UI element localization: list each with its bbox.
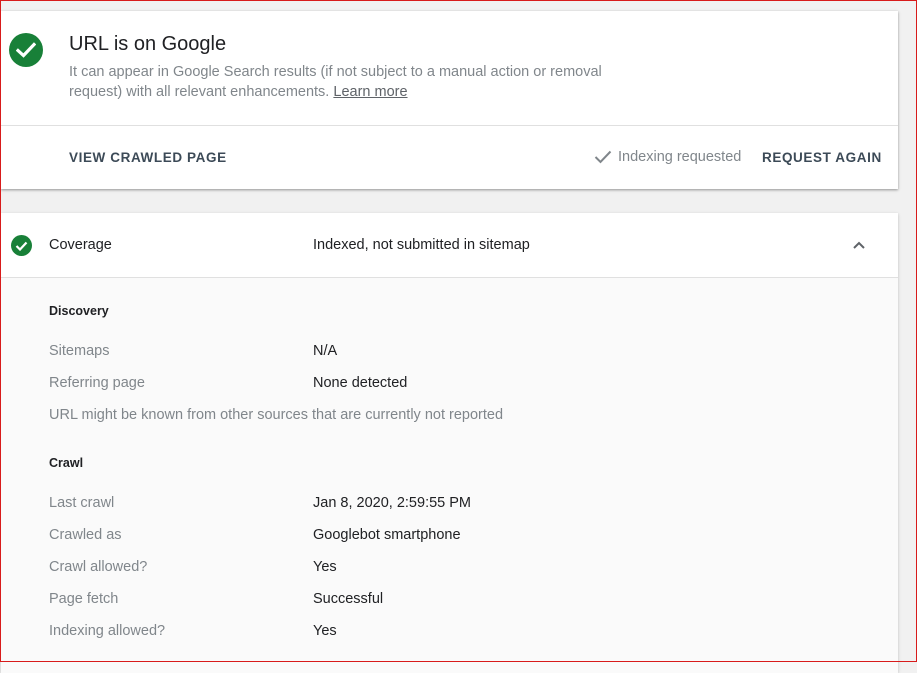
coverage-header[interactable]: Coverage Indexed, not submitted in sitem…	[1, 213, 898, 278]
indexing-requested-status: Indexing requested	[594, 149, 741, 165]
coverage-card: Coverage Indexed, not submitted in sitem…	[1, 213, 898, 673]
check-circle-icon	[9, 33, 43, 67]
crawled-as-label: Crawled as	[49, 527, 122, 543]
discovery-title: Discovery	[49, 304, 109, 318]
last-crawl-value: Jan 8, 2020, 2:59:55 PM	[313, 495, 471, 511]
indexing-requested-label: Indexing requested	[618, 149, 742, 165]
last-crawl-label: Last crawl	[49, 495, 115, 511]
learn-more-link[interactable]: Learn more	[333, 84, 407, 100]
page-fetch-value: Successful	[313, 591, 384, 607]
referring-page-label: Referring page	[49, 375, 145, 391]
crawl-allowed-value: Yes	[313, 559, 337, 575]
crawl-title: Crawl	[49, 456, 84, 470]
discovery-note: URL might be known from other sources th…	[49, 407, 504, 423]
check-circle-icon	[11, 235, 32, 256]
view-crawled-page-button[interactable]: VIEW CRAWLED PAGE	[69, 150, 227, 165]
coverage-label: Coverage	[49, 237, 112, 253]
page-fetch-label: Page fetch	[49, 591, 119, 607]
checkmark-icon	[594, 150, 612, 164]
indexing-allowed-label: Indexing allowed?	[49, 623, 166, 639]
indexing-allowed-value: Yes	[313, 623, 337, 639]
referring-page-value: None detected	[313, 375, 408, 391]
coverage-value: Indexed, not submitted in sitemap	[313, 237, 530, 253]
chevron-up-icon[interactable]	[852, 237, 866, 255]
sitemaps-label: Sitemaps	[49, 343, 110, 359]
request-again-button[interactable]: REQUEST AGAIN	[762, 150, 882, 165]
status-description: It can appear in Google Search results (…	[69, 62, 649, 102]
status-card: URL is on Google It can appear in Google…	[1, 11, 898, 189]
crawled-as-value: Googlebot smartphone	[313, 527, 461, 543]
crawl-allowed-label: Crawl allowed?	[49, 559, 148, 575]
sitemaps-value: N/A	[313, 343, 338, 359]
divider	[1, 125, 898, 126]
status-title: URL is on Google	[69, 33, 227, 55]
